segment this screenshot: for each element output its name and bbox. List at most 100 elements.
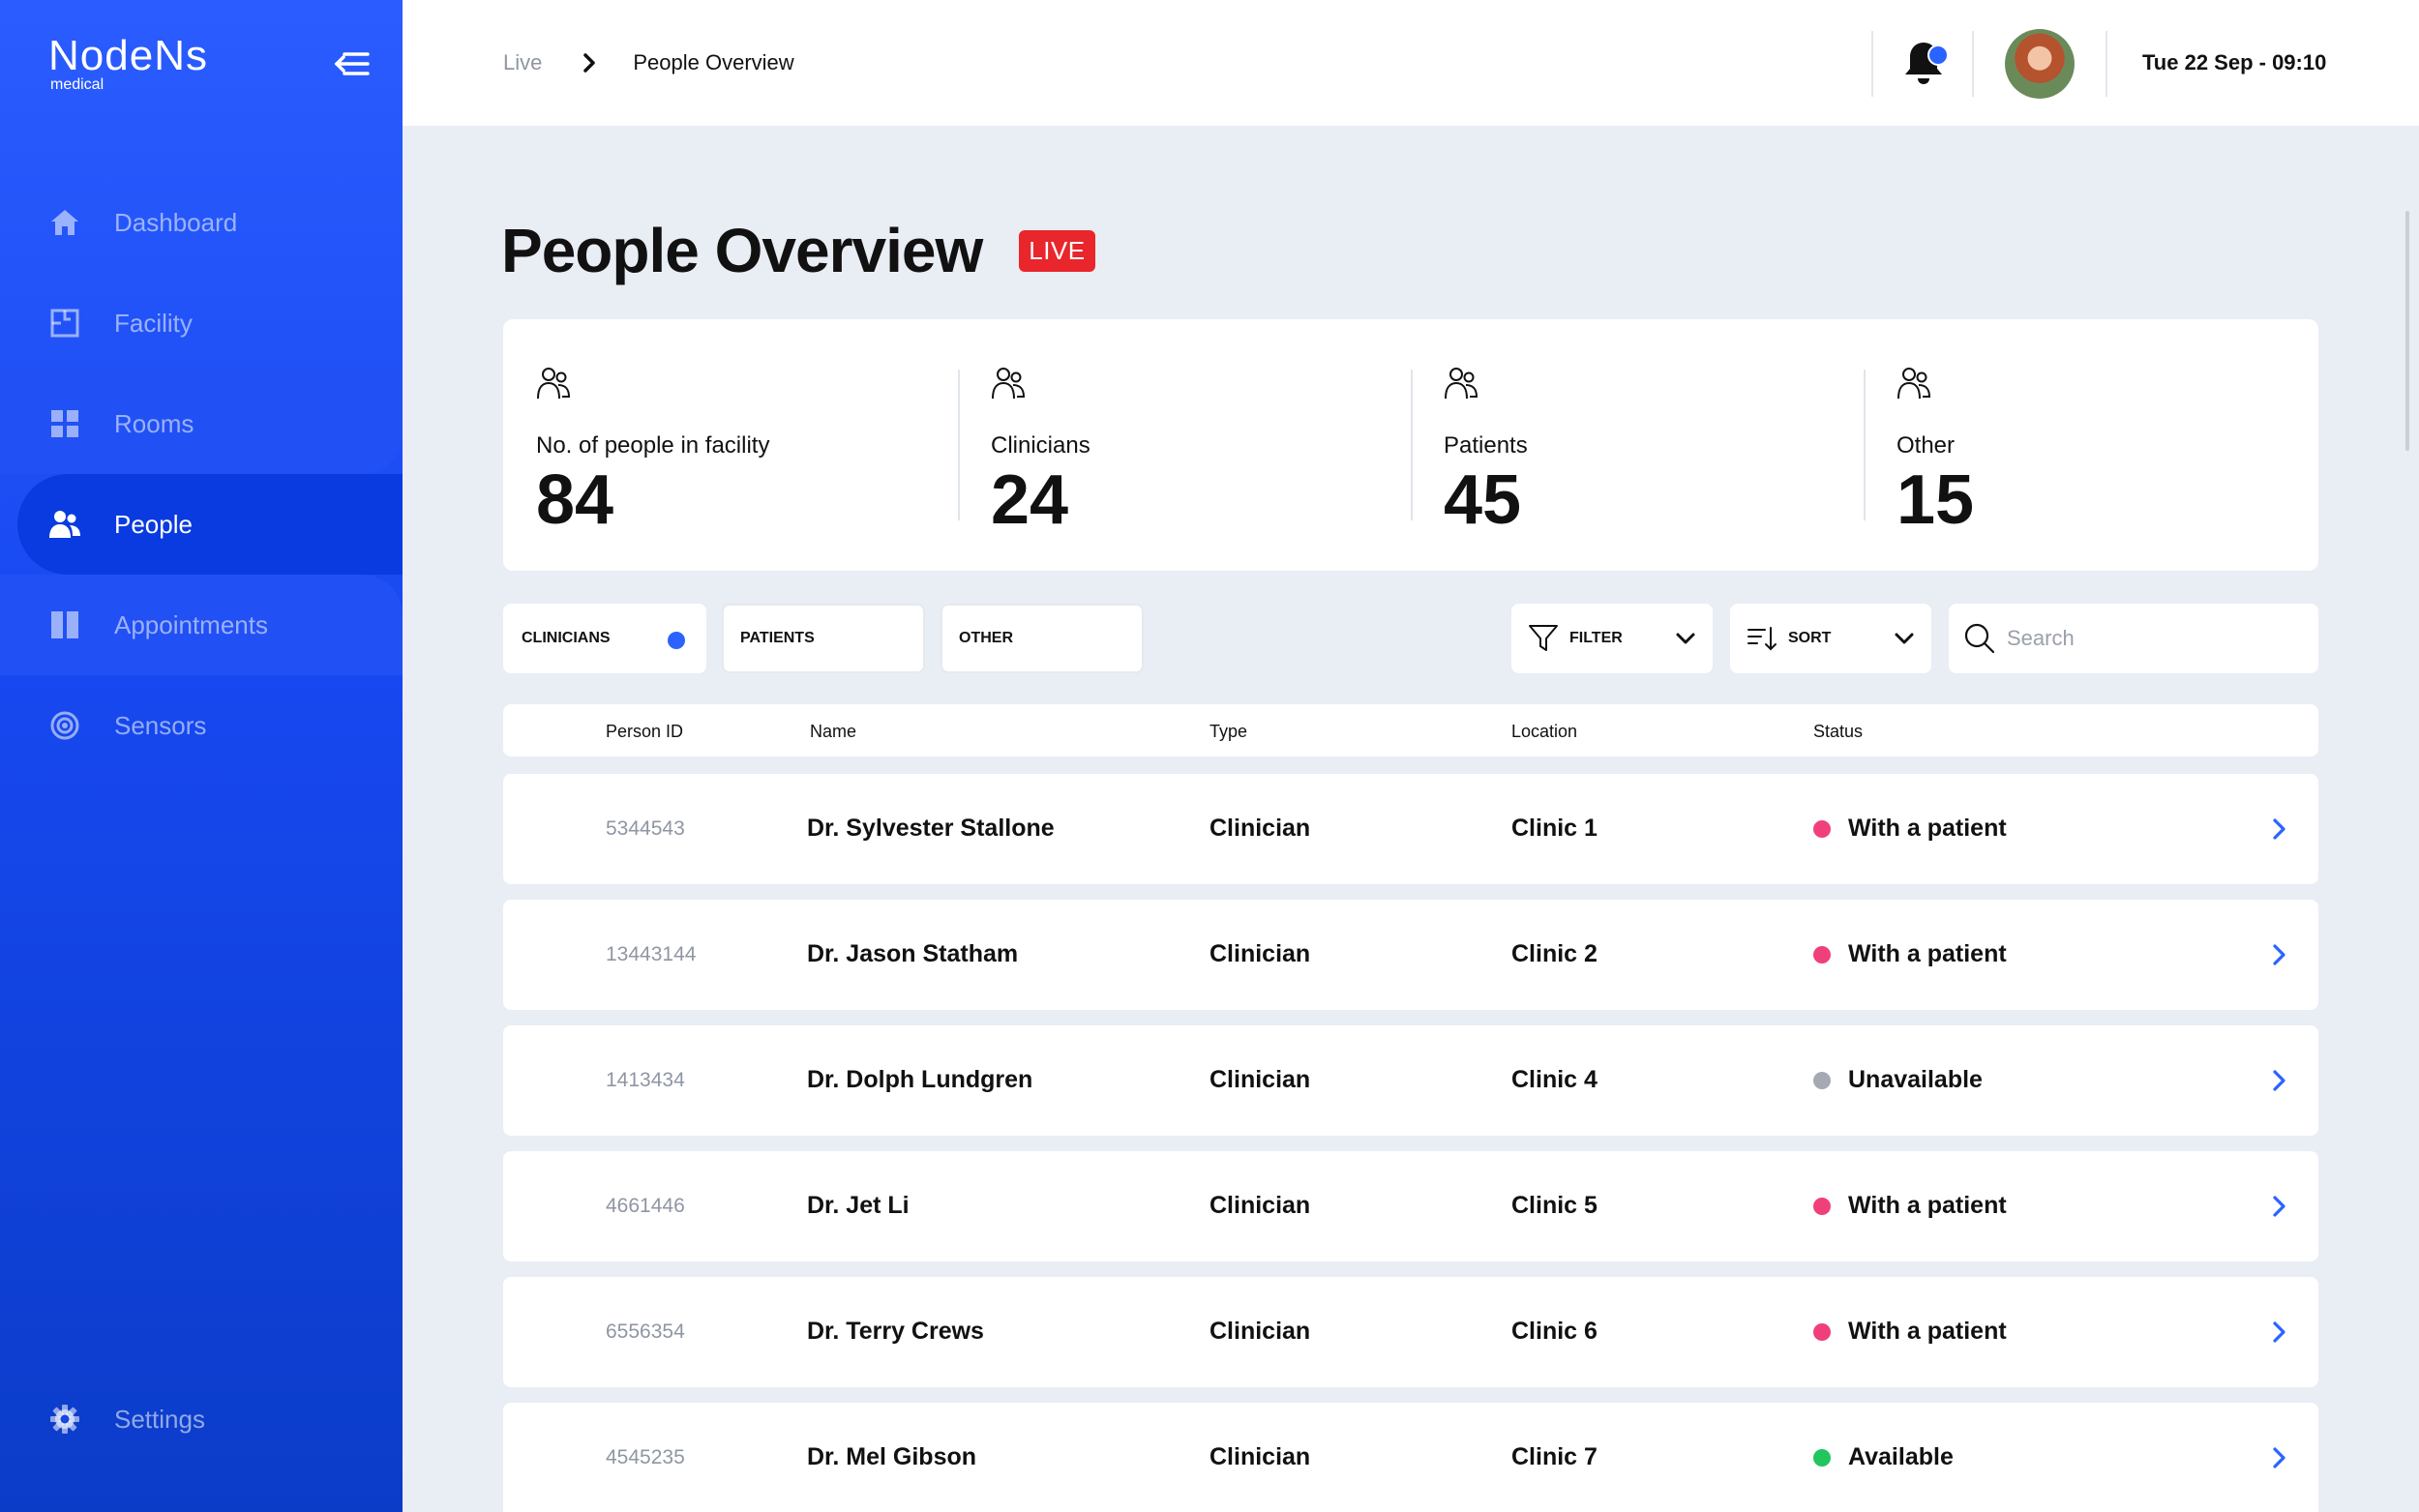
people-icon (48, 508, 81, 541)
gear-icon (48, 1403, 81, 1436)
person-status: Unavailable (1848, 1066, 1983, 1093)
person-id: 4545235 (606, 1446, 685, 1468)
sidebar-item-sensors[interactable]: Sensors (0, 675, 403, 776)
table-row[interactable]: 1413434 Dr. Dolph Lundgren Clinician Cli… (503, 1025, 2318, 1136)
table-row[interactable]: 4545235 Dr. Mel Gibson Clinician Clinic … (503, 1403, 2318, 1512)
scrollbar[interactable] (2405, 211, 2409, 451)
stat-other: Other 15 (1896, 366, 2284, 535)
datetime: Tue 22 Sep - 09:10 (2142, 50, 2327, 74)
column-header-location[interactable]: Location (1511, 722, 1577, 742)
tab-label: OTHER (959, 630, 1013, 646)
stat-value: 84 (536, 461, 614, 539)
column-header-name[interactable]: Name (810, 722, 856, 742)
tab-label: CLINICIANS (522, 630, 611, 646)
grid-icon (48, 407, 81, 440)
tab-patients[interactable]: PATIENTS (722, 604, 925, 673)
stat-value: 15 (1896, 461, 1975, 539)
person-name: Dr. Dolph Lundgren (807, 1066, 1033, 1093)
breadcrumb: Live People Overview (503, 50, 794, 75)
person-name: Dr. Terry Crews (807, 1318, 984, 1345)
notification-dot (1927, 44, 1949, 66)
sidebar-item-settings[interactable]: Settings (0, 1369, 403, 1469)
breadcrumb-root[interactable]: Live (503, 50, 542, 75)
chevron-right-icon[interactable] (2266, 942, 2291, 967)
logo[interactable]: NodeNs medical (48, 35, 208, 93)
page-title: People Overview LIVE (501, 215, 1095, 286)
chevron-right-icon[interactable] (2266, 816, 2291, 842)
person-location: Clinic 1 (1511, 815, 1598, 842)
column-header-person-id[interactable]: Person ID (606, 722, 683, 742)
sidebar-item-label: Sensors (114, 710, 207, 740)
divider (1871, 31, 1873, 97)
home-icon (48, 206, 81, 239)
avatar[interactable] (2005, 29, 2075, 99)
person-status: With a patient (1848, 940, 2007, 967)
people-outline-icon (1445, 368, 1478, 400)
logo-subtext: medical (50, 76, 105, 93)
sort-dropdown[interactable]: SORT (1730, 604, 1931, 673)
sidebar-item-label: Rooms (114, 408, 194, 438)
stat-value: 24 (991, 461, 1069, 539)
person-id: 1413434 (606, 1069, 685, 1091)
search-box[interactable] (1949, 604, 2318, 673)
person-location: Clinic 4 (1511, 1066, 1598, 1093)
breadcrumb-current: People Overview (633, 50, 794, 74)
person-id: 4661446 (606, 1195, 685, 1217)
table-row[interactable]: 13443144 Dr. Jason Statham Clinician Cli… (503, 900, 2318, 1010)
columns-icon (48, 608, 81, 641)
status-dot (1813, 1323, 1831, 1341)
people-outline-icon (1897, 368, 1931, 400)
active-tab-dot (668, 632, 685, 649)
divider (1864, 370, 1866, 520)
table-row[interactable]: 5344543 Dr. Sylvester Stallone Clinician… (503, 774, 2318, 884)
table-row[interactable]: 4661446 Dr. Jet Li Clinician Clinic 5 Wi… (503, 1151, 2318, 1261)
table-row[interactable]: 6556354 Dr. Terry Crews Clinician Clinic… (503, 1277, 2318, 1387)
person-location: Clinic 6 (1511, 1318, 1598, 1345)
person-id: 13443144 (606, 943, 697, 965)
collapse-sidebar-icon[interactable] (331, 48, 370, 79)
target-icon (48, 709, 81, 742)
column-header-status[interactable]: Status (1813, 722, 1863, 742)
sidebar-item-facility[interactable]: Facility (0, 273, 403, 373)
person-type: Clinician (1210, 815, 1311, 842)
person-id: 5344543 (606, 817, 685, 840)
people-outline-icon (537, 368, 571, 400)
status-dot (1813, 1449, 1831, 1467)
filter-dropdown[interactable]: FILTER (1511, 604, 1713, 673)
person-status: With a patient (1848, 1192, 2007, 1219)
person-location: Clinic 7 (1511, 1443, 1598, 1470)
facility-icon (48, 307, 81, 340)
top-header: Live People Overview Tue 22 Sep - 09:10 (403, 0, 2419, 126)
status-dot (1813, 1072, 1831, 1089)
sidebar-item-people[interactable]: People (0, 474, 403, 575)
person-type: Clinician (1210, 1066, 1311, 1093)
tab-clinicians[interactable]: CLINICIANS (503, 604, 706, 673)
chevron-right-icon[interactable] (2266, 1319, 2291, 1345)
stat-clinicians: Clinicians 24 (991, 366, 1378, 535)
person-name: Dr. Mel Gibson (807, 1443, 977, 1470)
person-location: Clinic 2 (1511, 940, 1598, 967)
tab-other[interactable]: OTHER (941, 604, 1144, 673)
stat-label: Other (1896, 432, 1956, 459)
sidebar-item-dashboard[interactable]: Dashboard (0, 172, 403, 273)
page-title-text: People Overview (501, 216, 983, 285)
column-header-type[interactable]: Type (1210, 722, 1247, 742)
stat-label: Clinicians (991, 432, 1090, 459)
stat-patients: Patients 45 (1444, 366, 1831, 535)
stat-value: 45 (1444, 461, 1522, 539)
sidebar-item-label: Facility (114, 308, 193, 338)
status-dot (1813, 946, 1831, 964)
person-type: Clinician (1210, 1192, 1311, 1219)
person-name: Dr. Jet Li (807, 1192, 910, 1219)
person-name: Dr. Jason Statham (807, 940, 1019, 967)
chevron-right-icon[interactable] (2266, 1194, 2291, 1219)
chevron-right-icon[interactable] (2266, 1068, 2291, 1093)
chevron-right-icon (583, 53, 596, 73)
table-header: Person ID Name Type Location Status (503, 704, 2318, 756)
chevron-down-icon (1676, 633, 1695, 644)
search-input[interactable] (2007, 619, 2297, 658)
sidebar-item-appointments[interactable]: Appointments (0, 575, 403, 675)
chevron-right-icon[interactable] (2266, 1445, 2291, 1470)
sidebar-item-rooms[interactable]: Rooms (0, 373, 403, 474)
status-dot (1813, 1198, 1831, 1215)
